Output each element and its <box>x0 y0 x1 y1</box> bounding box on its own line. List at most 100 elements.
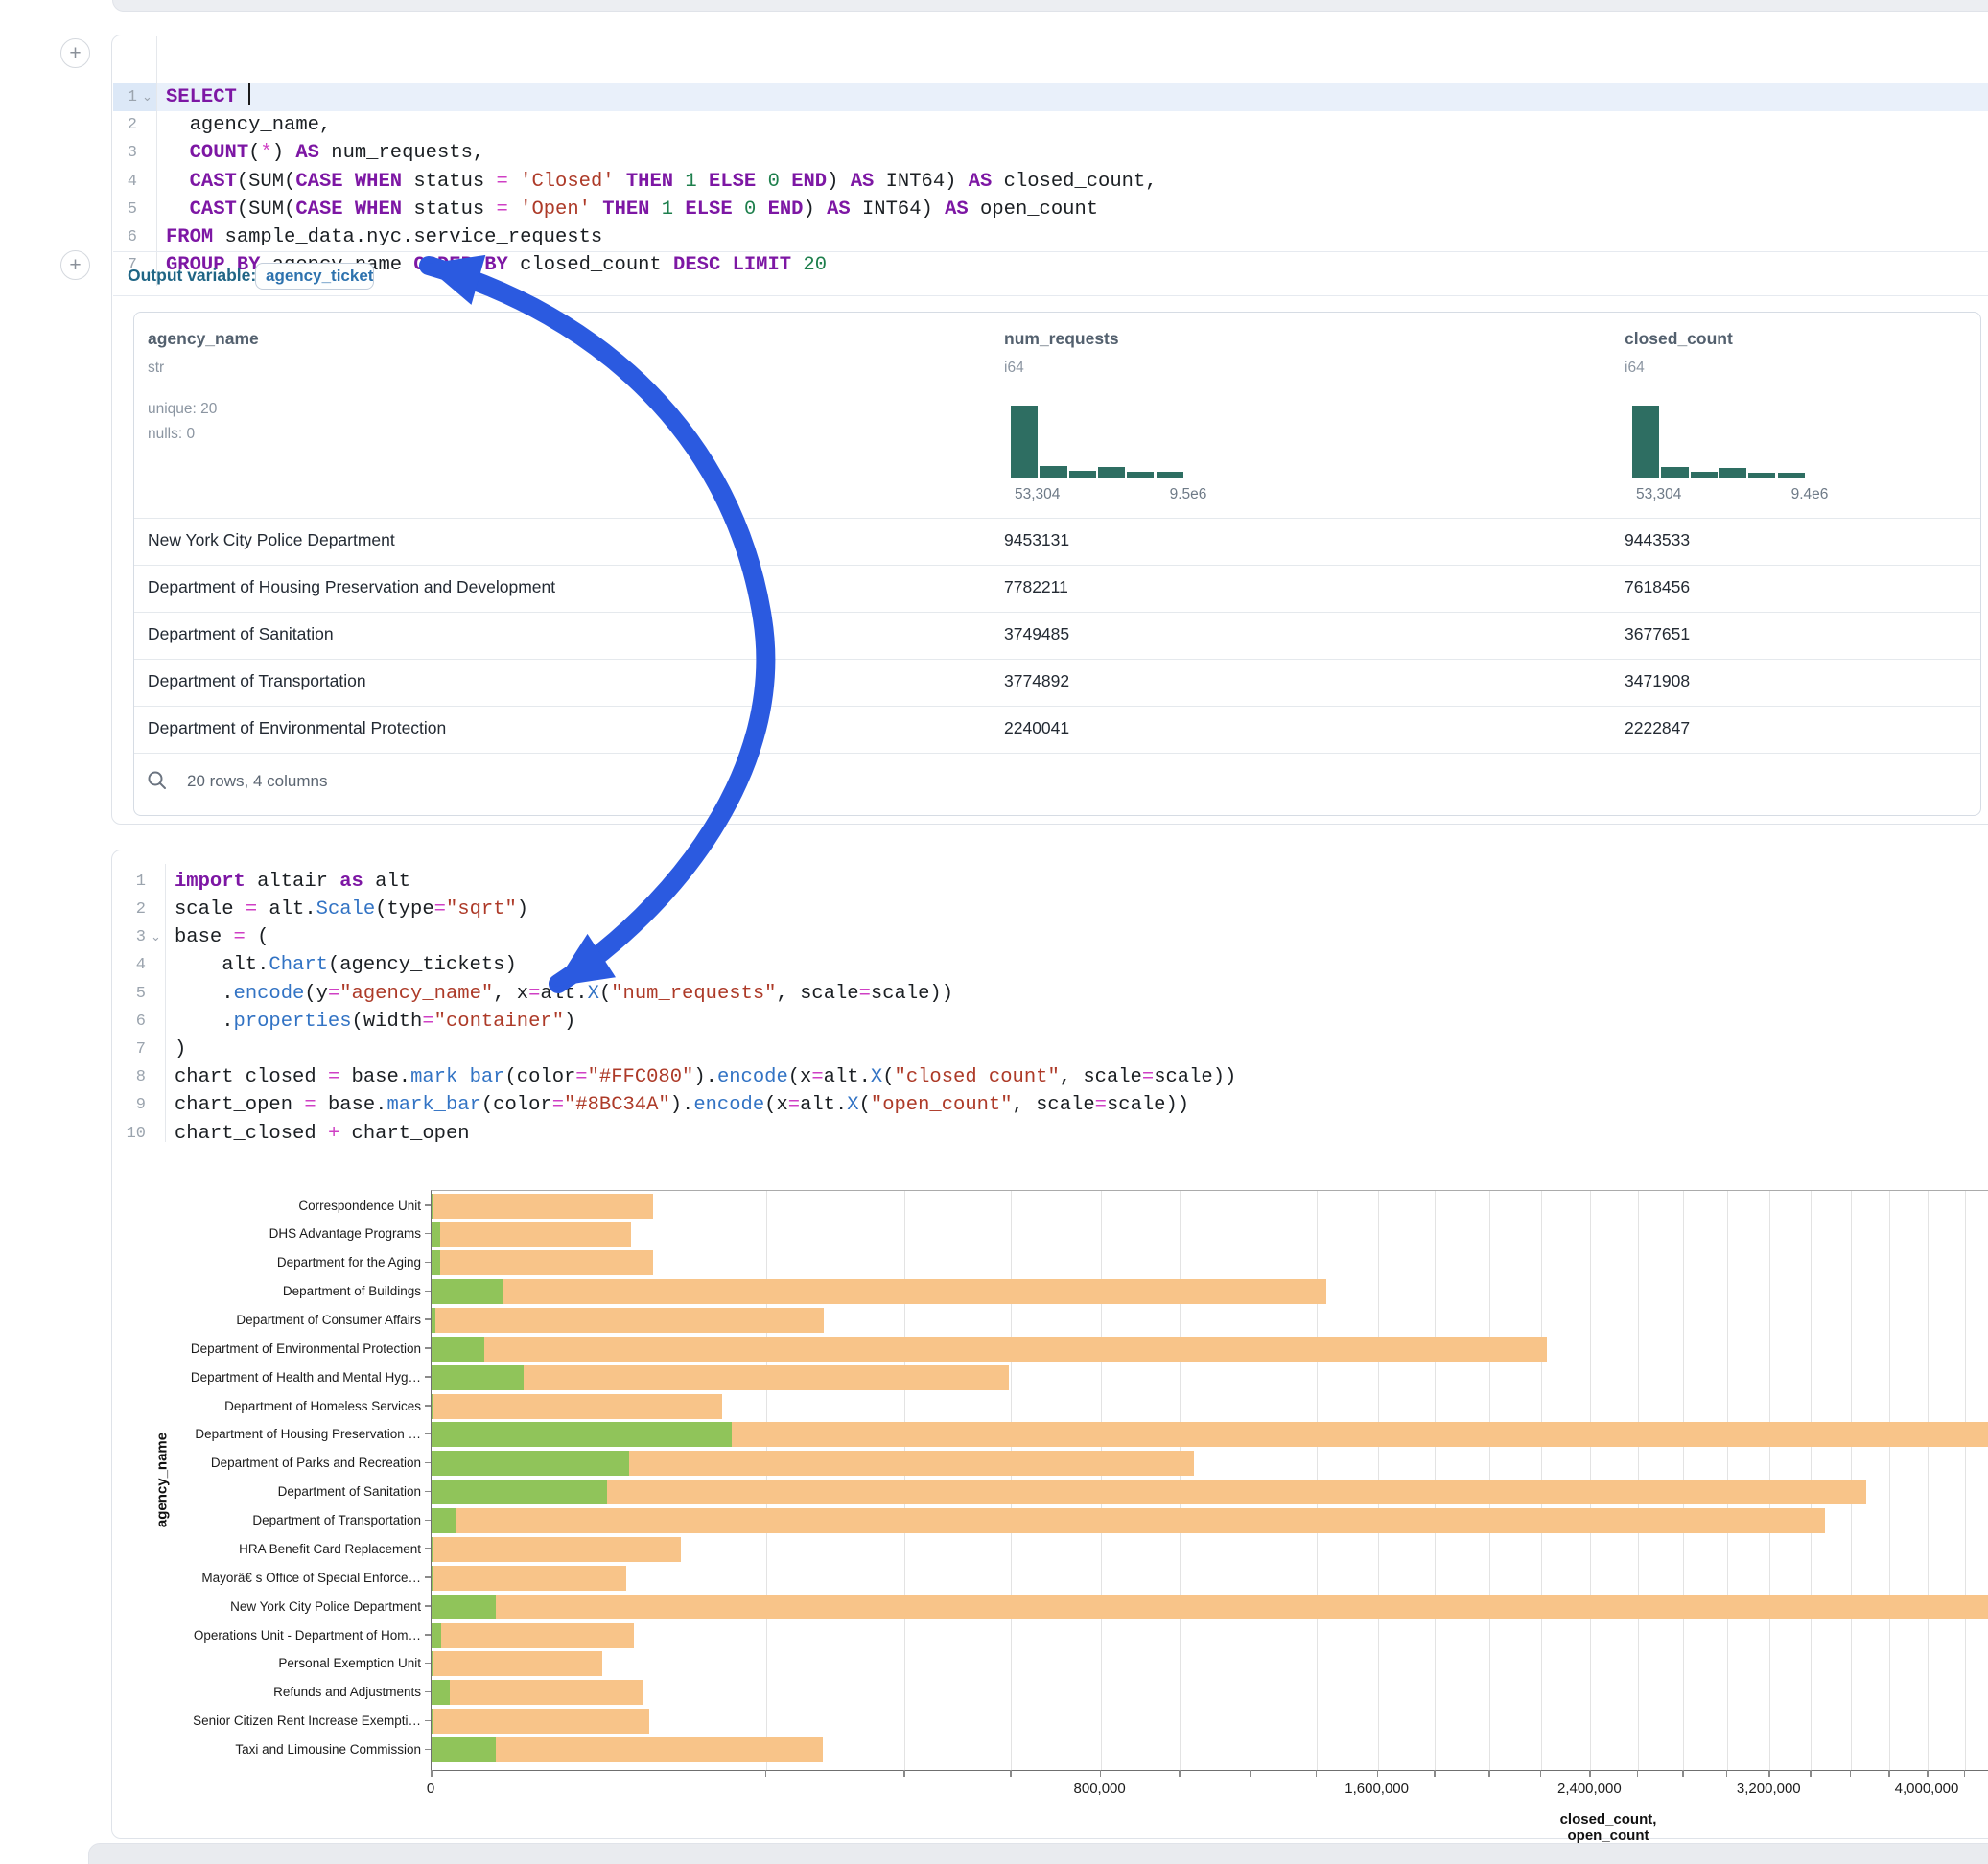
table-cell: Department of Sanitation <box>148 624 334 644</box>
closed-count-bar <box>432 1394 722 1419</box>
add-cell-button-top[interactable]: + <box>60 38 90 68</box>
y-axis-tick <box>425 1462 431 1464</box>
y-axis-label: Taxi and Limousine Commission <box>124 1742 421 1757</box>
y-axis-tick <box>425 1291 431 1293</box>
search-icon[interactable] <box>147 770 168 791</box>
x-axis-tick <box>1589 1770 1591 1777</box>
x-axis-tick <box>1377 1770 1379 1777</box>
closed-count-bar <box>432 1595 1988 1619</box>
line-number: 5 <box>112 196 137 224</box>
histogram-bar <box>1040 466 1066 478</box>
x-axis-tick <box>1964 1770 1966 1777</box>
y-axis-label: Correspondence Unit <box>124 1199 421 1213</box>
row-separator <box>134 612 1980 613</box>
histogram-bar <box>1691 472 1718 478</box>
line-number: 6 <box>112 223 137 252</box>
y-axis-label: Operations Unit - Department of Hom… <box>124 1628 421 1643</box>
column-header: num_requests <box>1004 329 1119 349</box>
y-axis-tick <box>425 1663 431 1665</box>
y-axis-tick <box>425 1691 431 1693</box>
open-count-bar <box>432 1480 607 1504</box>
x-axis-tick <box>765 1770 767 1777</box>
previous-cell-edge <box>112 0 1988 12</box>
y-axis-tick <box>425 1433 431 1435</box>
code-line: CAST(SUM(CASE WHEN status = 'Open' THEN … <box>166 196 1098 224</box>
y-axis-label: Personal Exemption Unit <box>124 1656 421 1670</box>
closed-count-bar <box>432 1623 634 1648</box>
x-axis-tick <box>1250 1770 1251 1777</box>
code-line: ) <box>175 1036 186 1064</box>
y-axis-label: New York City Police Department <box>124 1599 421 1614</box>
column-type: i64 <box>1004 360 1024 377</box>
open-count-bar <box>432 1651 433 1676</box>
open-count-bar <box>432 1365 524 1390</box>
table-cell: 7782211 <box>1004 577 1068 597</box>
table-cell: 2240041 <box>1004 718 1069 738</box>
column-type: str <box>148 360 164 377</box>
y-axis-tick <box>425 1634 431 1636</box>
x-axis-tick <box>1927 1770 1929 1777</box>
x-axis-tick <box>1850 1770 1852 1777</box>
altair-chart: Correspondence UnitDHS Advantage Program… <box>112 1177 1988 1819</box>
open-count-bar <box>432 1394 433 1419</box>
closed-count-bar <box>432 1308 824 1333</box>
x-axis-tick <box>1810 1770 1812 1777</box>
x-axis-tick <box>1179 1770 1181 1777</box>
open-count-bar <box>432 1537 433 1562</box>
open-count-bar <box>432 1566 433 1591</box>
table-cell: 7618456 <box>1625 577 1690 597</box>
line-number: 9 <box>112 1091 146 1120</box>
row-separator <box>134 753 1980 754</box>
line-number: 7 <box>112 1036 146 1064</box>
sql-cell: 1⌄SELECT 2 agency_name,3 COUNT(*) AS num… <box>111 35 1988 825</box>
closed-count-bar <box>432 1337 1547 1362</box>
cell-divider <box>113 295 1988 296</box>
open-count-bar <box>432 1508 456 1533</box>
open-count-bar <box>432 1451 629 1476</box>
y-axis-tick <box>425 1405 431 1407</box>
row-separator <box>134 659 1980 660</box>
python-cell: 1import altair as alt2scale = alt.Scale(… <box>111 850 1988 1839</box>
results-table: agency_namestrunique: 20nulls: 0num_requ… <box>133 312 1981 816</box>
fold-chevron-icon[interactable]: ⌄ <box>142 83 152 112</box>
y-axis-label: Department of Environmental Protection <box>124 1341 421 1356</box>
line-number: 1 <box>112 868 146 897</box>
code-line: alt.Chart(agency_tickets) <box>175 951 517 980</box>
table-cell: 3677651 <box>1625 624 1690 644</box>
code-line: .properties(width="container") <box>175 1008 575 1037</box>
output-variable-chip[interactable]: agency_tickets <box>255 263 374 290</box>
x-axis-tick <box>431 1770 433 1777</box>
histogram-bar <box>1069 471 1096 478</box>
table-cell: 3471908 <box>1625 671 1690 691</box>
y-axis-label: Mayorâ€ s Office of Special Enforce… <box>124 1571 421 1585</box>
closed-count-bar <box>432 1651 602 1676</box>
next-cell-edge <box>88 1843 1988 1864</box>
y-axis-tick <box>425 1576 431 1578</box>
gridline <box>1965 1191 1966 1770</box>
closed-count-bar <box>432 1566 626 1591</box>
column-header: agency_name <box>148 329 259 349</box>
cell-divider <box>113 251 1988 252</box>
table-cell: Department of Housing Preservation and D… <box>148 577 555 597</box>
y-axis-label: Refunds and Adjustments <box>124 1685 421 1699</box>
y-axis-tick <box>425 1204 431 1206</box>
fold-chevron-icon[interactable]: ⌄ <box>151 923 161 952</box>
x-axis-tick <box>1316 1770 1318 1777</box>
table-cell: 9453131 <box>1004 530 1069 550</box>
add-cell-button-output[interactable]: + <box>60 250 90 280</box>
x-axis-tick-label: 1,600,000 <box>1300 1781 1454 1797</box>
x-axis-tick <box>1637 1770 1639 1777</box>
table-cell: 9443533 <box>1625 530 1690 550</box>
row-separator <box>134 518 1980 519</box>
plot-area <box>431 1190 1988 1771</box>
line-number: 6 <box>112 1008 146 1037</box>
x-axis-tick <box>1726 1770 1728 1777</box>
line-number: 2 <box>112 111 137 140</box>
code-line: FROM sample_data.nyc.service_requests <box>166 223 602 252</box>
gutter-separator <box>165 864 166 1142</box>
gridline <box>1928 1191 1929 1770</box>
x-axis-tick <box>1682 1770 1684 1777</box>
open-count-bar <box>432 1737 496 1762</box>
y-axis-tick <box>425 1520 431 1522</box>
x-axis-tick-label: 0 <box>354 1781 507 1797</box>
